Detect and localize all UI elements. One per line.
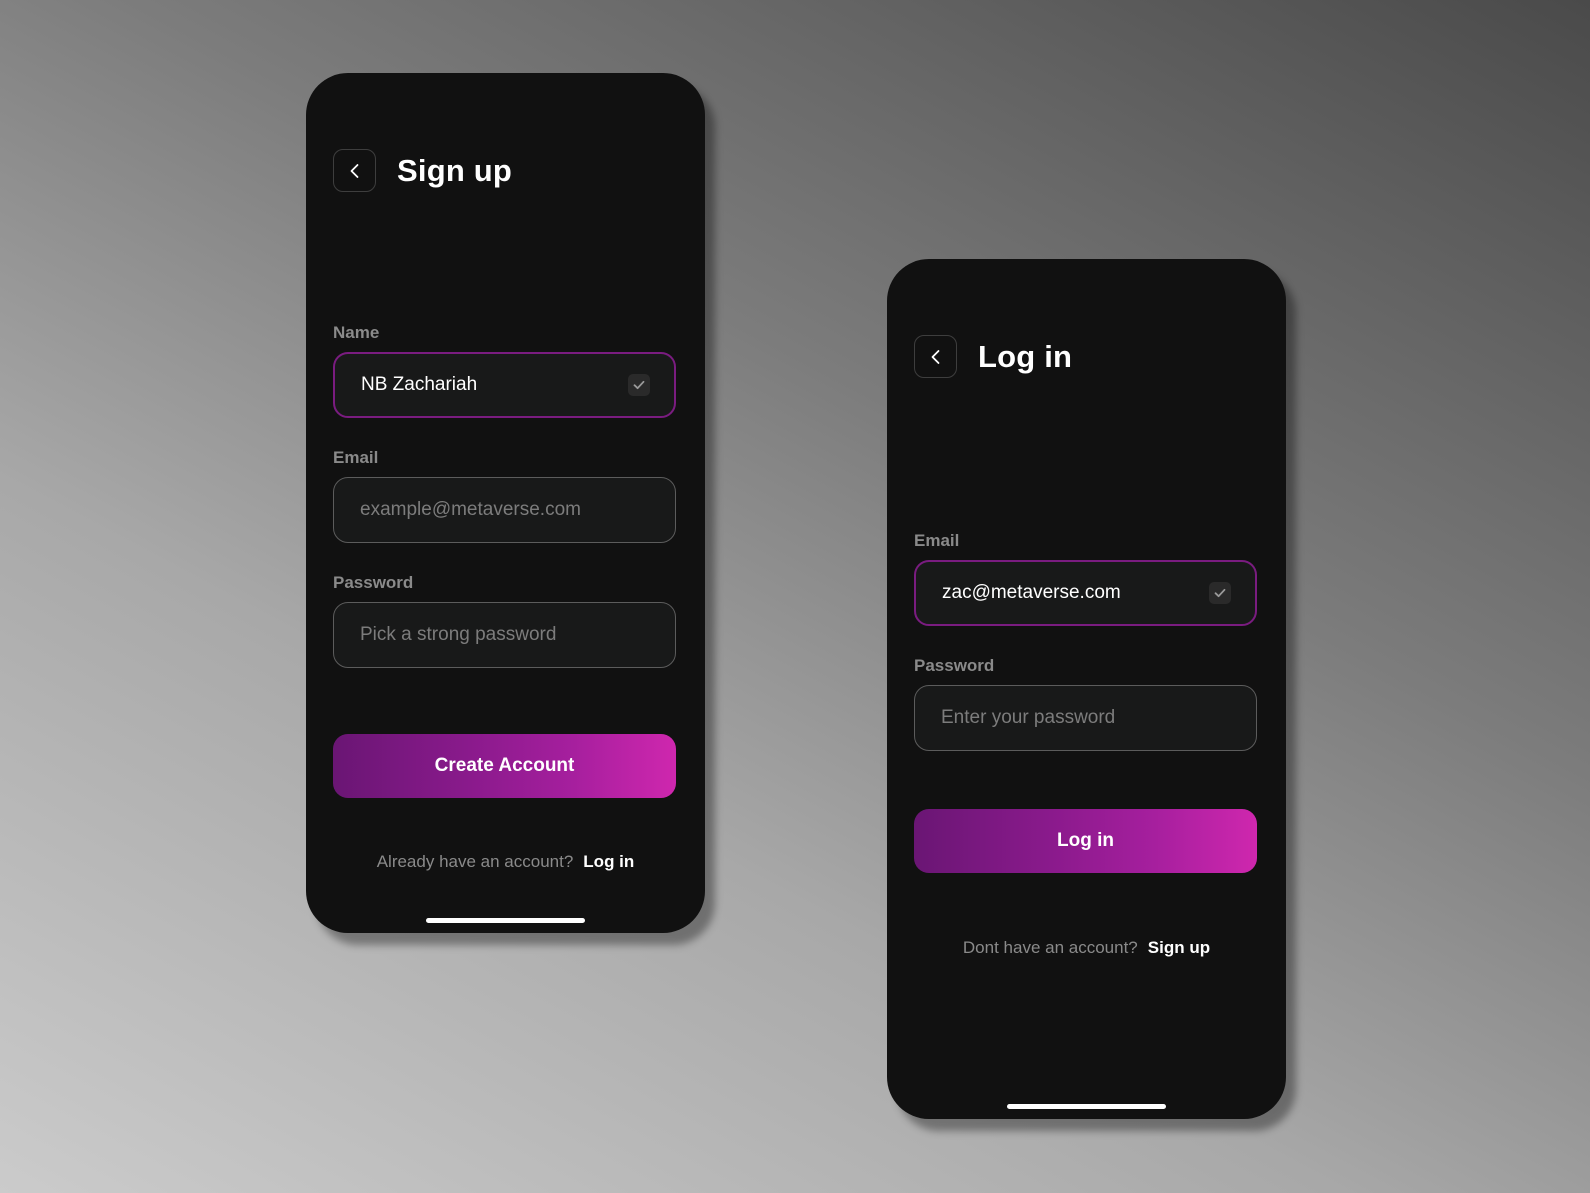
chevron-left-icon [931, 349, 939, 364]
email-field-group: Email [914, 531, 1257, 626]
password-label: Password [914, 656, 995, 675]
signup-header: Sign up [333, 149, 512, 192]
password-field-group: Password [914, 656, 1257, 751]
signup-prompt: Dont have an account? Sign up [887, 938, 1286, 958]
home-indicator[interactable] [426, 918, 585, 923]
chevron-left-icon [350, 163, 358, 178]
password-field-group: Password [333, 573, 676, 668]
create-account-button[interactable]: Create Account [333, 734, 676, 798]
name-field-group: Name [333, 323, 676, 418]
email-field[interactable] [333, 477, 676, 543]
signup-prompt-text: Dont have an account? [962, 938, 1138, 957]
check-icon [633, 380, 645, 390]
email-input[interactable] [942, 582, 1209, 604]
login-prompt: Already have an account? Log in [306, 852, 705, 872]
password-field[interactable] [914, 685, 1257, 751]
password-input[interactable] [360, 624, 651, 646]
page-title: Sign up [397, 152, 513, 188]
login-link[interactable]: Log in [583, 852, 634, 871]
validated-badge [628, 374, 650, 396]
page-title: Log in [978, 338, 1073, 374]
home-indicator[interactable] [1007, 1104, 1166, 1109]
signup-screen: Sign up Name Email Password Create Accou… [306, 73, 705, 933]
email-label: Email [333, 448, 379, 467]
name-label: Name [333, 323, 380, 342]
login-header: Log in [914, 335, 1072, 378]
password-field[interactable] [333, 602, 676, 668]
login-screen: Log in Email Password Log in Dont have a… [887, 259, 1286, 1119]
login-prompt-text: Already have an account? [376, 852, 574, 871]
email-field-group: Email [333, 448, 676, 543]
email-input[interactable] [360, 499, 651, 521]
password-label: Password [333, 573, 414, 592]
validated-badge [1209, 582, 1231, 604]
email-field[interactable] [914, 560, 1257, 626]
signup-link[interactable]: Sign up [1148, 938, 1210, 957]
check-icon [1214, 588, 1226, 598]
password-input[interactable] [941, 707, 1232, 729]
back-button[interactable] [914, 335, 957, 378]
back-button[interactable] [333, 149, 376, 192]
login-button[interactable]: Log in [914, 809, 1257, 873]
name-field[interactable] [333, 352, 676, 418]
name-input[interactable] [361, 374, 628, 396]
email-label: Email [914, 531, 960, 550]
